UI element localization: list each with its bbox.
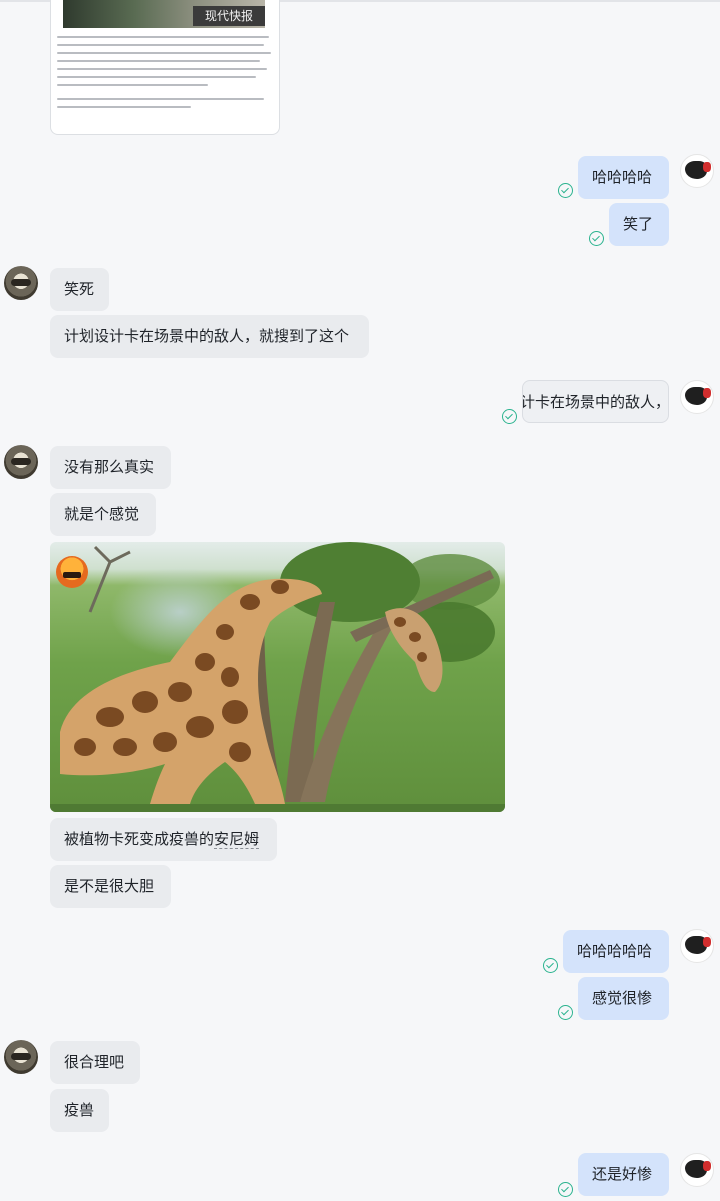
message-bubble-outgoing[interactable]: 哈哈哈哈哈 [563,930,669,973]
message-bubble-outgoing[interactable]: 哈哈哈哈 [578,156,669,199]
read-check-icon [558,183,573,198]
bird-avatar[interactable] [680,154,714,188]
message-bubble-outgoing[interactable]: 笑了 [609,203,669,246]
read-check-icon [558,1182,573,1197]
newspaper-image-message[interactable]: 现代快报 [50,0,280,135]
read-check-icon [589,231,604,246]
highlighted-term-link[interactable]: 安尼姆 [214,831,260,849]
message-bubble-incoming[interactable]: 是不是很大胆 [50,865,171,908]
read-check-icon [502,409,517,424]
message-bubble-incoming[interactable]: 被植物卡死变成疫兽的安尼姆 [50,818,277,861]
bird-avatar[interactable] [680,929,714,963]
message-bubble-incoming[interactable]: 就是个感觉 [50,493,156,536]
message-bubble-outgoing-clipped[interactable]: 计卡在场景中的敌人， [522,380,669,423]
message-bubble-outgoing[interactable]: 还是好惨 [578,1153,669,1196]
newspaper-masthead: 现代快报 [193,6,265,26]
message-bubble-outgoing[interactable]: 感觉很惨 [578,977,669,1020]
clipped-message-text: 计卡在场景中的敌人， [522,394,669,411]
raccoon-avatar[interactable] [4,445,38,479]
message-bubble-incoming[interactable]: 计划设计卡在场景中的敌人，就搜到了这个 [50,315,369,358]
giraffe-photo-message[interactable] [50,542,505,812]
raccoon-avatar[interactable] [4,266,38,300]
newspaper-text-lines [57,36,273,114]
raccoon-avatar[interactable] [4,1040,38,1074]
message-bubble-incoming[interactable]: 很合理吧 [50,1041,140,1084]
read-check-icon [543,958,558,973]
bird-avatar[interactable] [680,1153,714,1187]
read-check-icon [558,1005,573,1020]
message-bubble-incoming[interactable]: 没有那么真实 [50,446,171,489]
message-bubble-incoming[interactable]: 笑死 [50,268,109,311]
bird-avatar[interactable] [680,380,714,414]
watermark-logo-icon [56,556,88,588]
giraffe-photo-illustration [50,542,505,812]
message-bubble-incoming[interactable]: 疫兽 [50,1089,109,1132]
message-text: 被植物卡死变成疫兽的 [64,831,215,848]
